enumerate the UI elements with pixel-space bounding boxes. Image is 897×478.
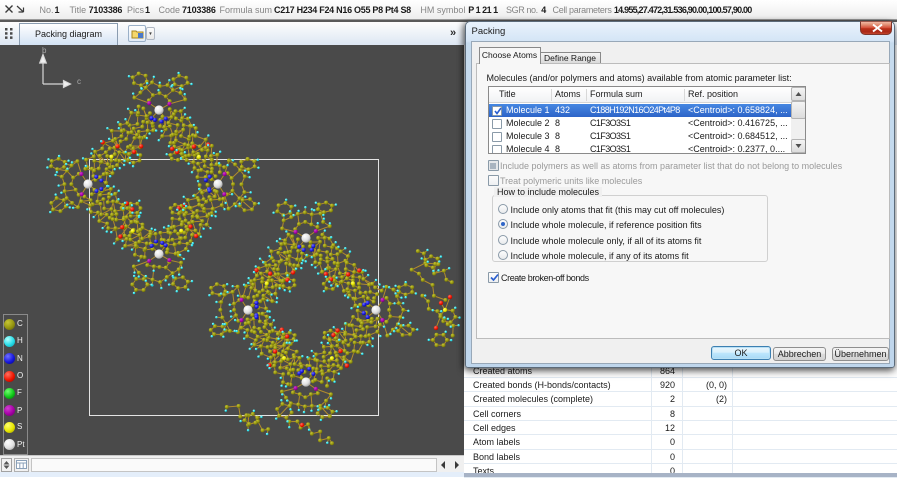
svg-text:b: b xyxy=(42,46,47,55)
svg-text:c: c xyxy=(77,77,81,86)
